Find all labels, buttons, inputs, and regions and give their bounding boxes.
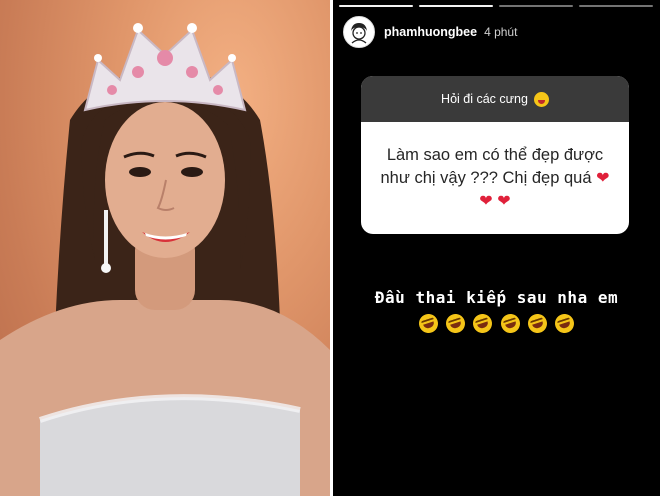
rolling-laughing-emoji-icon [416,311,441,336]
rolling-laughing-emoji-icon [552,311,577,336]
rolling-laughing-emoji-icon [443,311,468,336]
time-ago: 4 phút [484,25,518,39]
question-body: Làm sao em có thể đẹp được như chị vậy ?… [380,145,604,187]
story-progress-segment [339,5,413,7]
question-sticker[interactable]: Hỏi đi các cưng Làm sao em có thể đẹp đư… [361,76,629,234]
avatar-icon [347,20,371,44]
story-progress-segment [419,5,493,7]
question-text: Làm sao em có thể đẹp được như chị vậy ?… [361,122,629,234]
rolling-laughing-emoji-icon [525,311,550,336]
rolling-laughing-emoji-icon [498,311,523,336]
answer-text: Đầu thai kiếp sau nha em [374,288,619,307]
story-progress-segment [499,5,573,7]
question-prompt: Hỏi đi các cưng [361,76,629,122]
avatar[interactable] [343,16,375,48]
story-header: phamhuongbee 4 phút [343,15,517,49]
heart-icon: ❤ [479,192,493,210]
portrait-illustration [0,23,330,496]
question-prompt-label: Hỏi đi các cưng [441,92,528,106]
story-progress-segment [579,5,653,7]
instagram-story[interactable]: phamhuongbee 4 phút Hỏi đi các cưng Làm … [333,0,660,496]
heart-icon: ❤ [497,192,511,210]
heart-icon: ❤ [596,169,610,187]
zany-face-icon [533,91,549,107]
username[interactable]: phamhuongbee [384,25,477,39]
rolling-laughing-emoji-icon [470,311,495,336]
answer-emoji-row [333,311,660,336]
portrait-photo [0,0,330,496]
